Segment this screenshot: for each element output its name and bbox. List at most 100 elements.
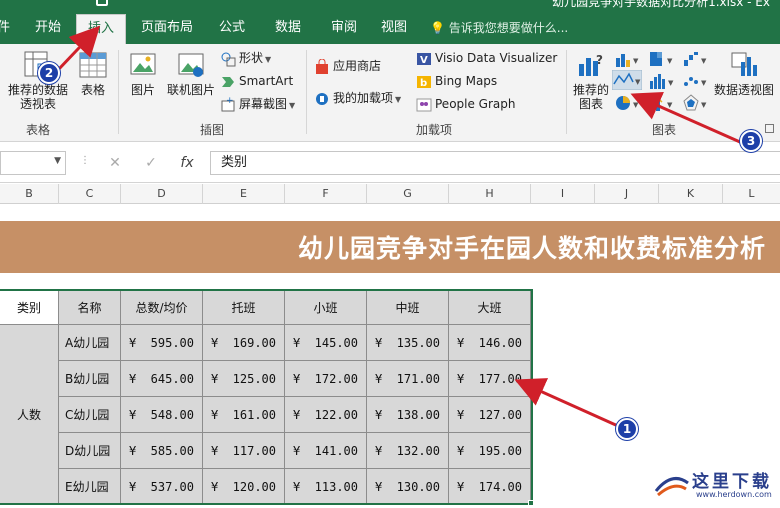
table-header-cell[interactable]: 总数/均价 bbox=[121, 289, 203, 325]
column-header[interactable]: F bbox=[285, 184, 367, 204]
online-pictures-button[interactable]: 联机图片 bbox=[166, 50, 216, 97]
radar-chart-icon[interactable]: ▼ bbox=[682, 94, 710, 112]
table-cell-value[interactable]: ¥195.00 bbox=[449, 433, 531, 469]
name-box[interactable]: ▼ bbox=[0, 151, 66, 175]
table-header-cell[interactable]: 名称 bbox=[59, 289, 121, 325]
people-graph-button[interactable]: People Graph bbox=[416, 94, 516, 114]
store-button[interactable]: 应用商店 bbox=[314, 56, 381, 76]
fill-handle[interactable] bbox=[528, 500, 534, 506]
table-header-cell[interactable]: 中班 bbox=[367, 289, 449, 325]
tab-formulas[interactable]: 公式 bbox=[210, 14, 254, 44]
bing-maps-button[interactable]: b Bing Maps bbox=[416, 71, 497, 91]
column-header[interactable]: D bbox=[121, 184, 203, 204]
column-header[interactable]: L bbox=[723, 184, 780, 204]
column-header[interactable]: I bbox=[531, 184, 595, 204]
column-header[interactable]: C bbox=[59, 184, 121, 204]
table-cell-name[interactable]: A幼儿园 bbox=[59, 325, 121, 361]
pie-chart-icon[interactable]: ▼ bbox=[614, 94, 642, 112]
chevron-down-icon: ▼ bbox=[395, 95, 402, 104]
table-cell-value[interactable]: ¥130.00 bbox=[367, 469, 449, 505]
table-cell-name[interactable]: B幼儿园 bbox=[59, 361, 121, 397]
currency-symbol: ¥ bbox=[211, 336, 219, 350]
enter-icon[interactable]: ✓ bbox=[140, 152, 162, 174]
tab-insert[interactable]: 插入 bbox=[76, 14, 126, 44]
formula-bar: ▼ ⋮ ✕ ✓ fx 类别 bbox=[0, 143, 780, 183]
table-cell-value[interactable]: ¥645.00 bbox=[121, 361, 203, 397]
column-header[interactable]: B bbox=[0, 184, 59, 204]
table-cell-value[interactable]: ¥138.00 bbox=[367, 397, 449, 433]
hierarchy-chart-icon[interactable]: ▼ bbox=[648, 50, 676, 68]
table-header-cell[interactable]: 大班 bbox=[449, 289, 531, 325]
scatter-chart-icon[interactable]: ▼ bbox=[682, 72, 710, 90]
tab-view[interactable]: 视图 bbox=[372, 14, 416, 44]
table-cell-value[interactable]: ¥117.00 bbox=[203, 433, 285, 469]
recommended-pivot-table-button[interactable]: ? 推荐的数据透视表 bbox=[6, 50, 70, 111]
smartart-button[interactable]: SmartArt bbox=[220, 71, 293, 91]
save-icon[interactable] bbox=[96, 0, 108, 6]
tab-review[interactable]: 审阅 bbox=[322, 14, 366, 44]
insert-function-icon[interactable]: fx bbox=[176, 152, 198, 174]
category-cell[interactable]: 人数 bbox=[0, 325, 59, 505]
table-cell-name[interactable]: C幼儿园 bbox=[59, 397, 121, 433]
cancel-icon[interactable]: ✕ bbox=[104, 152, 126, 174]
tab-page-layout[interactable]: 页面布局 bbox=[134, 14, 200, 44]
table-cell-value[interactable]: ¥171.00 bbox=[367, 361, 449, 397]
column-header[interactable]: G bbox=[367, 184, 449, 204]
my-addins-button[interactable]: 我的加载项 ▼ bbox=[314, 88, 401, 108]
visio-button[interactable]: V Visio Data Visualizer bbox=[416, 48, 557, 68]
column-header[interactable]: K bbox=[659, 184, 723, 204]
table-cell-value[interactable]: ¥146.00 bbox=[449, 325, 531, 361]
tab-file[interactable]: 文件 bbox=[0, 14, 12, 44]
tab-home[interactable]: 开始 bbox=[26, 14, 70, 44]
recommended-charts-button[interactable]: ? 推荐的图表 bbox=[570, 50, 612, 111]
table-cell-value[interactable]: ¥174.00 bbox=[449, 469, 531, 505]
table-cell-name[interactable]: E幼儿园 bbox=[59, 469, 121, 505]
table-header-cell[interactable]: 托班 bbox=[203, 289, 285, 325]
splitter-handle[interactable]: ⋮ bbox=[80, 155, 90, 166]
ribbon: ? 推荐的数据透视表 表格 表格 图片 联机图片 形状▼ bbox=[0, 44, 780, 142]
table-cell-value[interactable]: ¥125.00 bbox=[203, 361, 285, 397]
table-cell-value[interactable]: ¥177.00 bbox=[449, 361, 531, 397]
table-cell-value[interactable]: ¥122.00 bbox=[285, 397, 367, 433]
column-header[interactable]: E bbox=[203, 184, 285, 204]
column-chart-icon[interactable]: ▼ bbox=[614, 50, 642, 68]
currency-symbol: ¥ bbox=[211, 480, 219, 494]
line-chart-icon[interactable]: ▼ bbox=[612, 70, 642, 90]
table-cell-value[interactable]: ¥548.00 bbox=[121, 397, 203, 433]
table-cell-name[interactable]: D幼儿园 bbox=[59, 433, 121, 469]
screenshot-button[interactable]: + 屏幕截图 ▼ bbox=[220, 94, 295, 114]
column-header[interactable]: H bbox=[449, 184, 531, 204]
table-cell-value[interactable]: ¥585.00 bbox=[121, 433, 203, 469]
table-cell-value[interactable]: ¥127.00 bbox=[449, 397, 531, 433]
cell-value: 174.00 bbox=[478, 480, 522, 494]
table-cell-value[interactable]: ¥595.00 bbox=[121, 325, 203, 361]
cell-value: 130.00 bbox=[396, 480, 440, 494]
table-header-cell[interactable]: 小班 bbox=[285, 289, 367, 325]
banner-title: 幼儿园竞争对手在园人数和收费标准分析 bbox=[297, 234, 766, 263]
table-cell-value[interactable]: ¥141.00 bbox=[285, 433, 367, 469]
column-header[interactable]: J bbox=[595, 184, 659, 204]
table-cell-value[interactable]: ¥120.00 bbox=[203, 469, 285, 505]
table-button[interactable]: 表格 bbox=[76, 50, 110, 97]
combo-chart-icon[interactable]: ▼ bbox=[648, 94, 676, 112]
sheet-banner[interactable]: 幼儿园竞争对手在园人数和收费标准分析 bbox=[0, 221, 780, 273]
table-header-cell[interactable]: 类别 bbox=[0, 289, 59, 325]
charts-dialog-launcher[interactable] bbox=[765, 124, 774, 133]
table-cell-value[interactable]: ¥132.00 bbox=[367, 433, 449, 469]
pivot-chart-button[interactable]: 数据透视图 bbox=[712, 50, 776, 97]
table-cell-value[interactable]: ¥161.00 bbox=[203, 397, 285, 433]
table-cell-value[interactable]: ¥169.00 bbox=[203, 325, 285, 361]
waterfall-chart-icon[interactable]: ▼ bbox=[682, 50, 710, 68]
tab-data[interactable]: 数据 bbox=[266, 14, 310, 44]
table-cell-value[interactable]: ¥145.00 bbox=[285, 325, 367, 361]
table-cell-value[interactable]: ¥537.00 bbox=[121, 469, 203, 505]
table-cell-value[interactable]: ¥172.00 bbox=[285, 361, 367, 397]
tell-me-search[interactable]: 💡 告诉我您想要做什么... bbox=[430, 14, 568, 44]
chevron-down-icon[interactable]: ▼ bbox=[54, 156, 61, 166]
pictures-button[interactable]: 图片 bbox=[126, 50, 160, 97]
shapes-button[interactable]: 形状 ▼ bbox=[220, 48, 271, 68]
statistic-chart-icon[interactable]: ▼ bbox=[648, 72, 676, 90]
table-cell-value[interactable]: ¥135.00 bbox=[367, 325, 449, 361]
formula-input[interactable]: 类别 bbox=[210, 151, 780, 175]
table-cell-value[interactable]: ¥113.00 bbox=[285, 469, 367, 505]
